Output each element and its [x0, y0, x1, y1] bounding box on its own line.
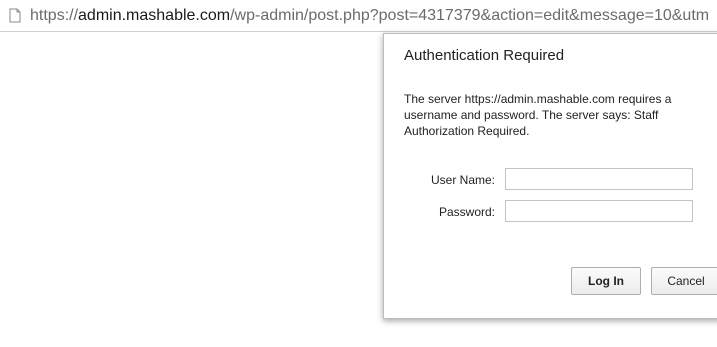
username-field[interactable] [505, 168, 693, 190]
address-bar[interactable]: https://admin.mashable.com/wp-admin/post… [0, 0, 717, 32]
page-icon [9, 8, 21, 23]
url-host: admin.mashable.com [78, 7, 231, 24]
url-path: /wp-admin/post.php?post=4317379&action=e… [230, 7, 710, 24]
dialog-title: Authentication Required [404, 47, 565, 64]
password-field[interactable] [505, 200, 693, 222]
url-text[interactable]: https://admin.mashable.com/wp-admin/post… [30, 7, 709, 25]
username-label: User Name: [430, 173, 495, 187]
auth-dialog: Authentication Required The server https… [383, 33, 717, 319]
password-label: Password: [438, 205, 495, 219]
dialog-message: The server https://admin.mashable.com re… [404, 92, 672, 138]
login-button[interactable]: Log In [571, 267, 641, 295]
url-prefix: https:// [30, 7, 79, 24]
cancel-button[interactable]: Cancel [651, 267, 717, 295]
